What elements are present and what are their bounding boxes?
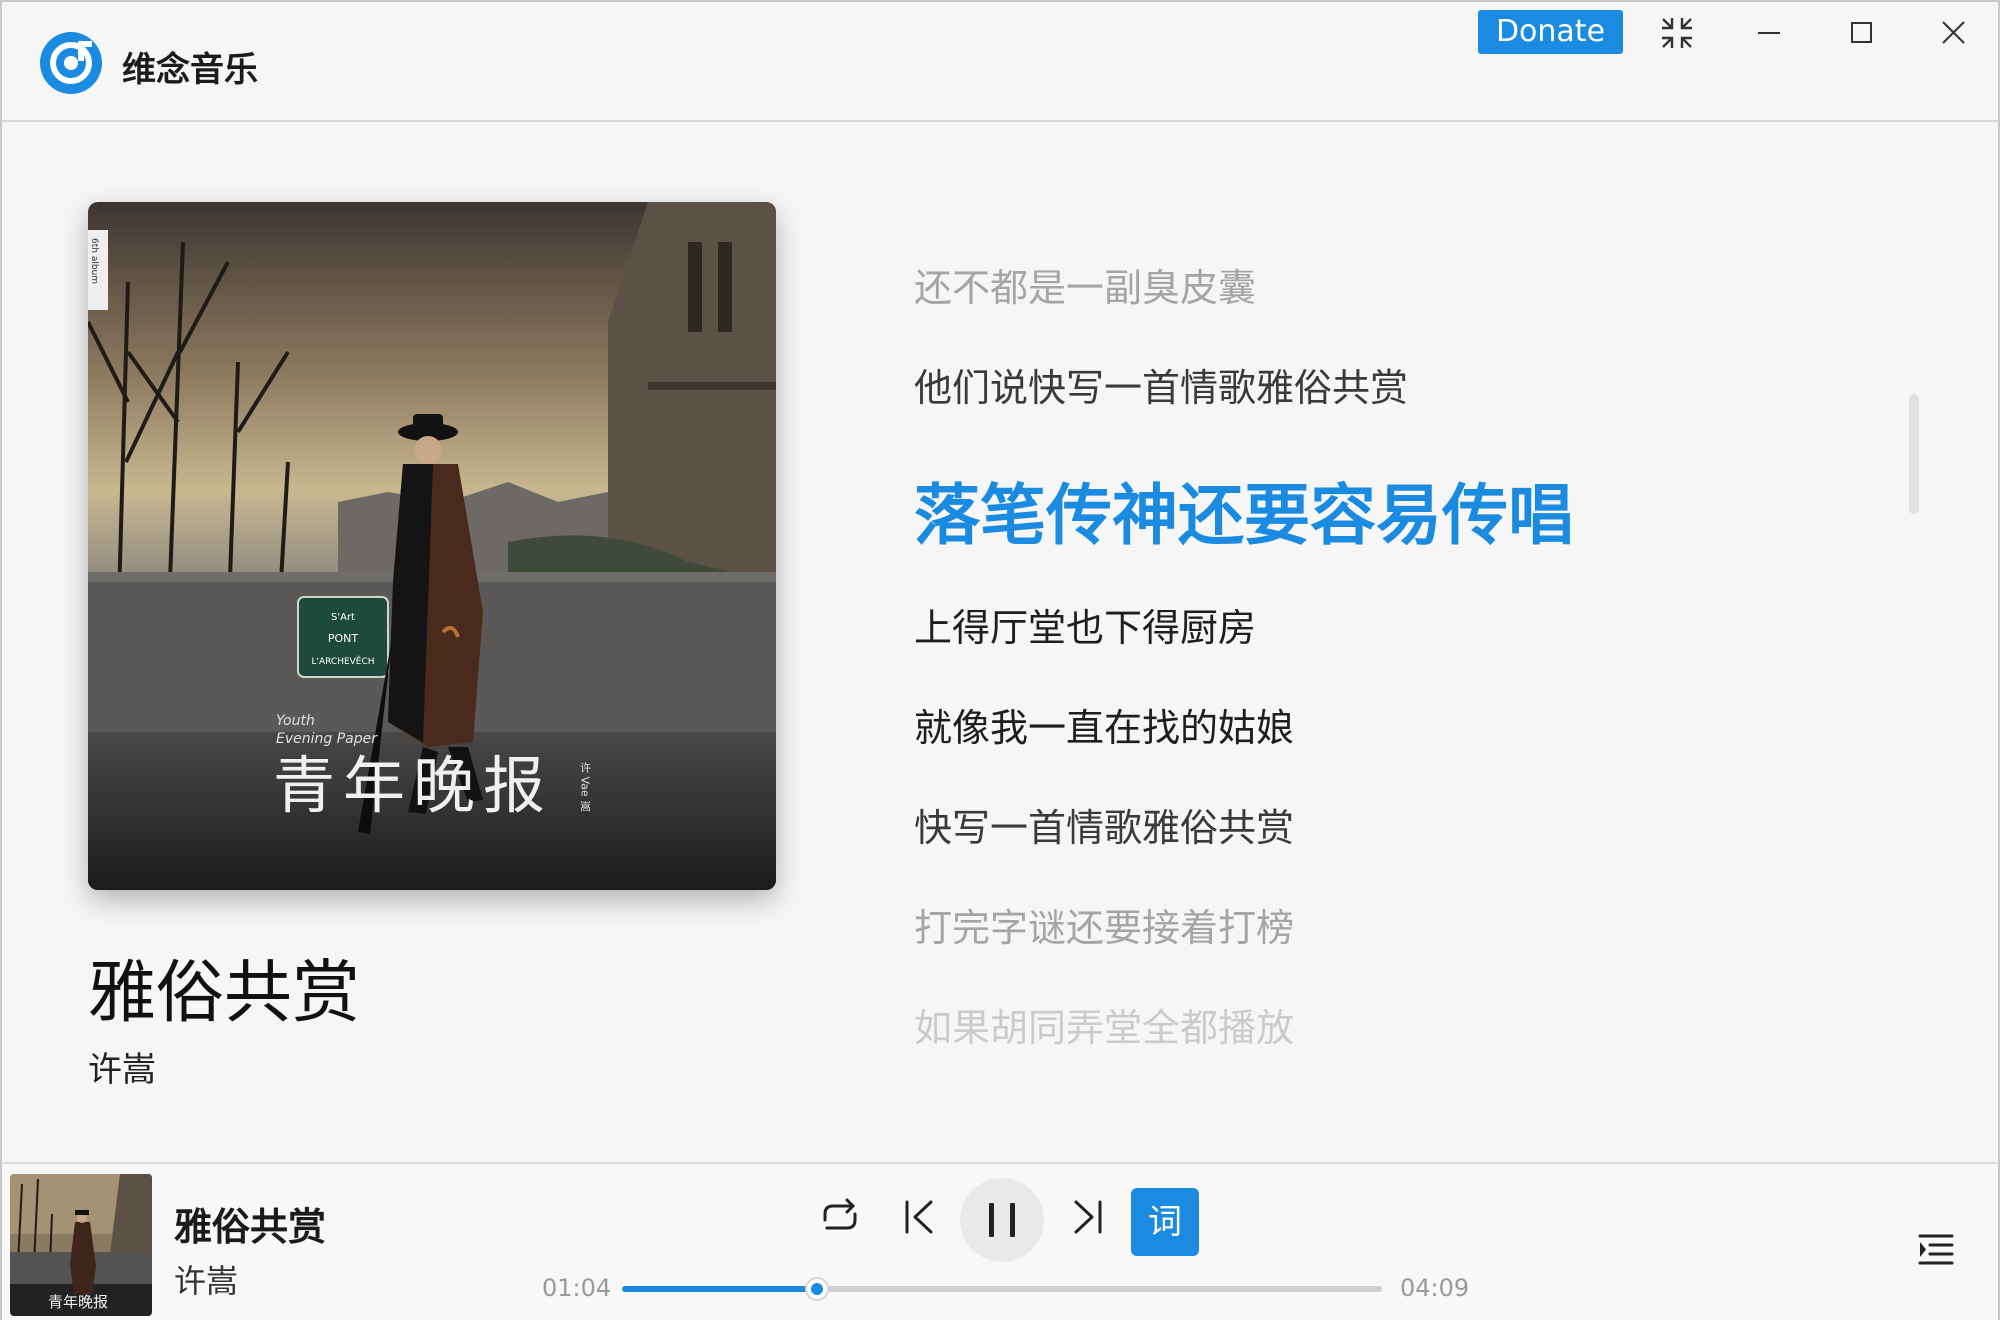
maximize-button[interactable] xyxy=(1826,10,1896,54)
album-cover: S'Art PONT L'ARCHEVÊCH Youth Evening Pap… xyxy=(88,202,776,890)
playlist-button[interactable] xyxy=(1912,1224,1962,1274)
cover-subtitle-1: Youth xyxy=(276,713,315,729)
progress-fill xyxy=(622,1286,818,1292)
donate-button[interactable]: Donate xyxy=(1478,10,1623,54)
app-window: 维念音乐 Donate S'Art PONT L'ARCHEVÊCH Youth… xyxy=(0,0,2000,1320)
song-artist[interactable]: 许嵩 xyxy=(88,1042,156,1091)
close-button[interactable] xyxy=(1918,10,1988,54)
pause-icon xyxy=(989,1203,1015,1237)
lyric-line[interactable]: 快写一首情歌雅俗共赏 xyxy=(914,797,1294,852)
cover-subtitle-2: Evening Paper xyxy=(276,731,378,747)
next-button[interactable] xyxy=(1064,1194,1110,1240)
previous-icon xyxy=(905,1200,933,1234)
minimize-button[interactable] xyxy=(1734,10,1804,54)
lyrics-toggle-button[interactable]: 词 xyxy=(1131,1188,1199,1256)
maximize-icon xyxy=(1851,22,1872,43)
collapse-icon xyxy=(1662,18,1692,48)
cover-album-title: 青年晚报 xyxy=(273,749,553,822)
lyric-line[interactable]: 就像我一直在找的姑娘 xyxy=(914,697,1294,752)
minimize-icon xyxy=(1758,32,1780,34)
pause-button[interactable] xyxy=(960,1178,1044,1262)
collapse-button[interactable] xyxy=(1642,10,1712,54)
player-artist[interactable]: 许嵩 xyxy=(174,1256,238,1302)
thumb-album-title: 青年晚报 xyxy=(48,1293,108,1311)
cover-artist-vertical: 许 Vae 嵩 xyxy=(579,762,592,812)
repeat-button[interactable] xyxy=(817,1194,863,1240)
progress-slider[interactable] xyxy=(622,1277,1382,1301)
lyric-line-current[interactable]: 落笔传神还要容易传唱 xyxy=(914,462,1574,558)
sign-name-text: PONT xyxy=(328,632,359,645)
player-song-title: 雅俗共赏 xyxy=(174,1205,327,1249)
lyric-line[interactable]: 打完字谜还要接着打榜 xyxy=(914,897,1294,952)
previous-button[interactable] xyxy=(897,1194,943,1240)
player-bar: 青年晚报 雅俗共赏 许嵩 词 01:04 04:09 xyxy=(2,1162,1998,1320)
song-title: 雅俗共赏 xyxy=(88,954,361,1033)
playlist-icon xyxy=(1918,1234,1954,1265)
album-thumbnail[interactable]: 青年晚报 xyxy=(10,1174,152,1316)
app-title: 维念音乐 xyxy=(122,50,258,90)
close-icon xyxy=(1942,21,1965,44)
cover-badge: 6th album xyxy=(89,238,99,284)
sign-top-text: S'Art xyxy=(331,612,355,623)
next-icon xyxy=(1074,1200,1102,1234)
total-time: 04:09 xyxy=(1400,1274,1470,1302)
app-logo-icon xyxy=(40,32,102,94)
repeat-icon xyxy=(823,1198,857,1230)
current-time: 01:04 xyxy=(542,1274,612,1302)
sign-sub-text: L'ARCHEVÊCH xyxy=(311,655,374,667)
progress-knob[interactable] xyxy=(805,1277,830,1301)
lyrics-scrollbar[interactable] xyxy=(1909,394,1919,514)
lyric-line[interactable]: 如果胡同弄堂全都播放 xyxy=(914,997,1294,1052)
title-bar: 维念音乐 Donate xyxy=(2,2,1998,122)
lyric-line[interactable]: 上得厅堂也下得厨房 xyxy=(914,597,1256,652)
lyric-line[interactable]: 还不都是一副臭皮囊 xyxy=(914,257,1256,312)
lyric-line[interactable]: 他们说快写一首情歌雅俗共赏 xyxy=(914,357,1408,412)
